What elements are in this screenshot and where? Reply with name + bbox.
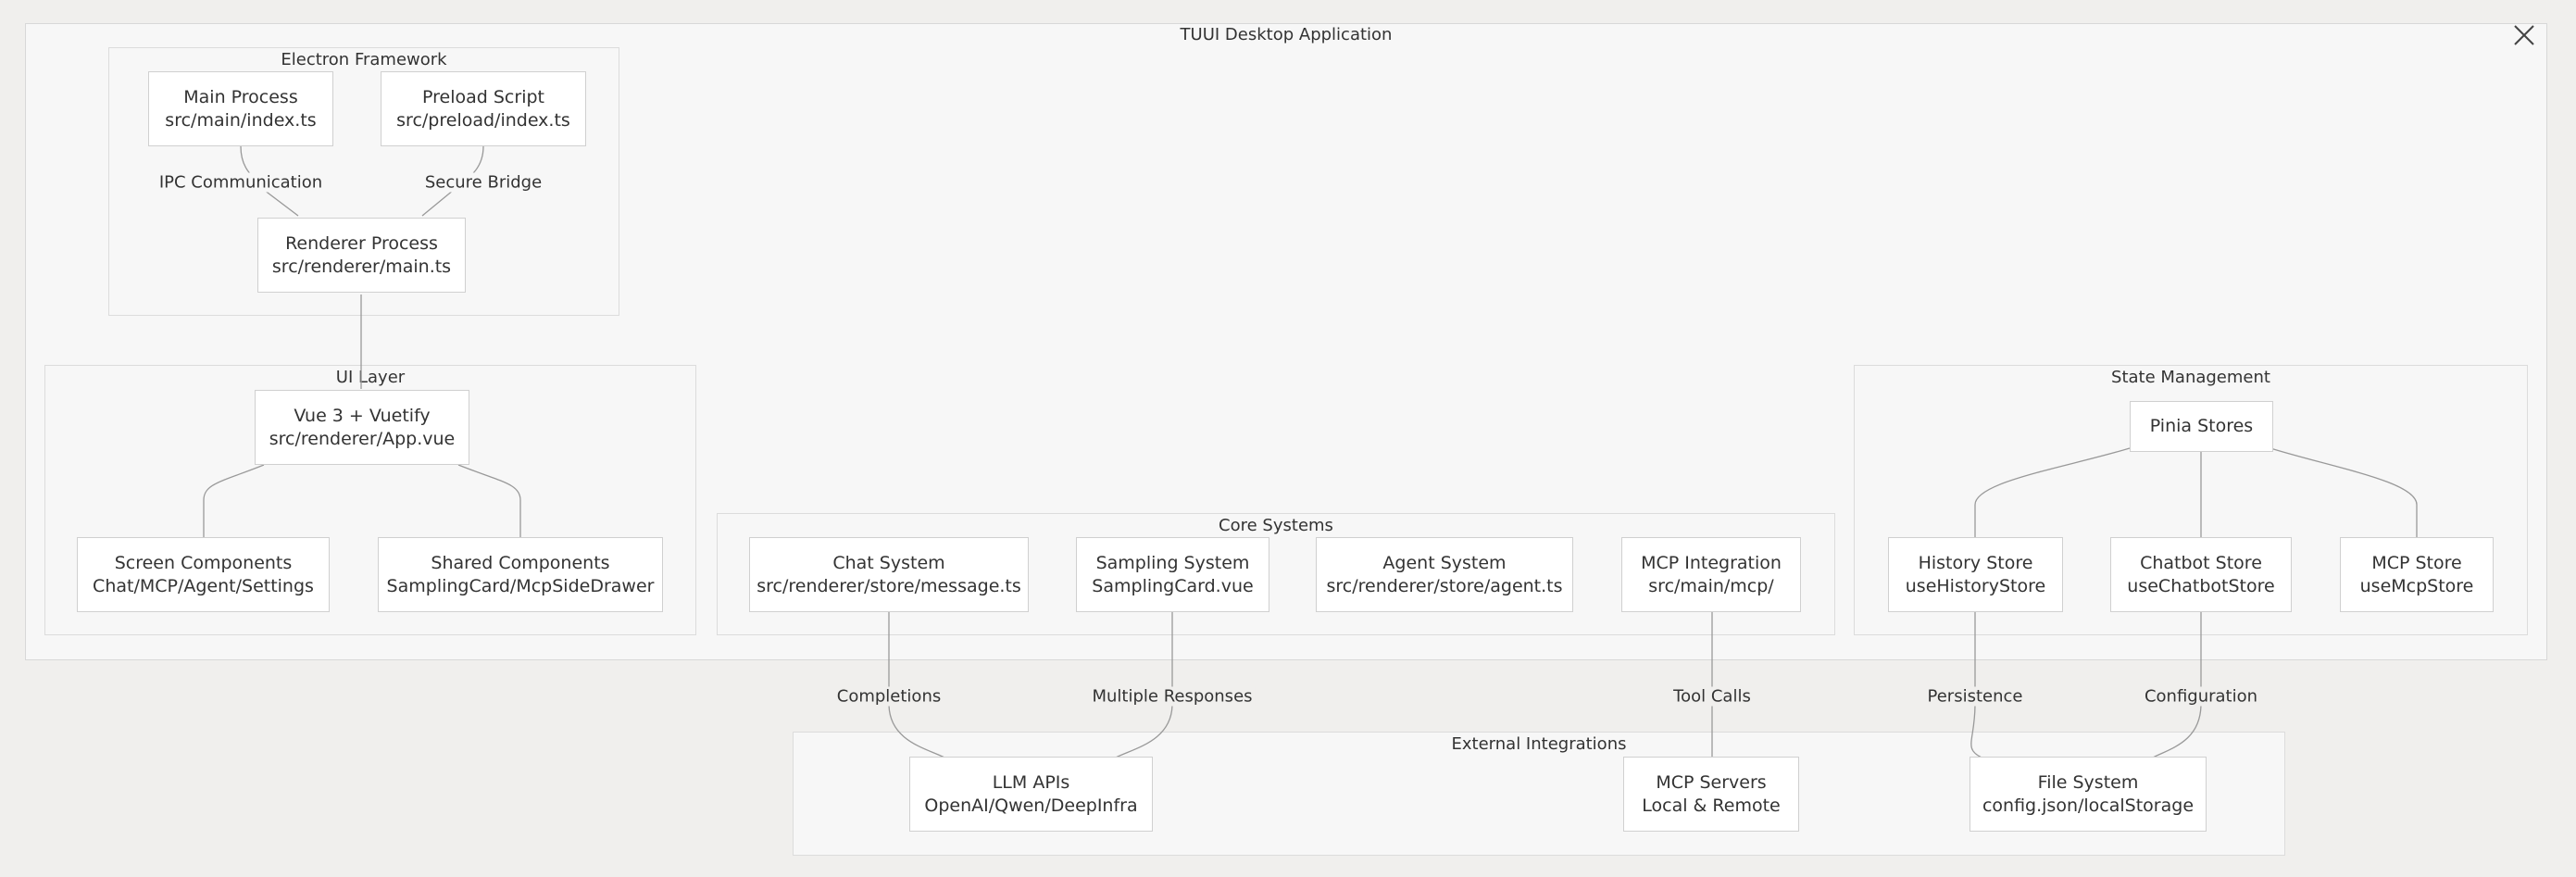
edge-pinia-history	[1974, 447, 2131, 537]
node-preload-script[interactable]: Preload Script src/preload/index.ts	[381, 71, 586, 146]
node-title: Main Process	[183, 86, 298, 107]
node-screen-components[interactable]: Screen Components Chat/MCP/Agent/Setting…	[77, 537, 330, 612]
node-sampling-system[interactable]: Sampling System SamplingCard.vue	[1076, 537, 1269, 612]
node-renderer-process[interactable]: Renderer Process src/renderer/main.ts	[257, 218, 466, 293]
node-mcp-store[interactable]: MCP Store useMcpStore	[2340, 537, 2494, 612]
node-title: Sampling System	[1095, 552, 1250, 573]
node-path: useMcpStore	[2359, 575, 2474, 596]
edge-label-configuration: Configuration	[2141, 686, 2261, 707]
node-title: Chatbot Store	[2140, 552, 2262, 573]
edge-pinia-mcpstore	[2270, 447, 2418, 537]
node-path: SamplingCard/McpSideDrawer	[386, 575, 655, 596]
edge-vue-shared	[457, 464, 521, 537]
node-path: src/renderer/store/agent.ts	[1326, 575, 1563, 596]
node-main-process[interactable]: Main Process src/main/index.ts	[148, 71, 333, 146]
node-llm-apis[interactable]: LLM APIs OpenAI/Qwen/DeepInfra	[909, 757, 1153, 832]
node-path: src/renderer/store/message.ts	[757, 575, 1021, 596]
node-title: MCP Integration	[1641, 552, 1782, 573]
edge-label-persistence: Persistence	[1924, 686, 2026, 707]
node-mcp-servers[interactable]: MCP Servers Local & Remote	[1623, 757, 1799, 832]
node-title: MCP Store	[2371, 552, 2462, 573]
node-shared-components[interactable]: Shared Components SamplingCard/McpSideDr…	[378, 537, 663, 612]
node-title: Vue 3 + Vuetify	[294, 405, 431, 426]
node-path: Local & Remote	[1642, 795, 1781, 816]
node-path: src/renderer/App.vue	[269, 428, 456, 449]
edge-vue-screen	[203, 464, 265, 537]
node-file-system[interactable]: File System config.json/localStorage	[1970, 757, 2207, 832]
node-agent-system[interactable]: Agent System src/renderer/store/agent.ts	[1316, 537, 1573, 612]
node-path: src/main/index.ts	[165, 109, 317, 131]
edge-label-ipc: IPC Communication	[156, 172, 326, 193]
node-pinia-stores[interactable]: Pinia Stores	[2130, 401, 2273, 452]
edge-sampling-llm	[1115, 611, 1173, 758]
node-title: File System	[2037, 771, 2139, 793]
edge-history-fs	[1970, 611, 1982, 758]
node-path: config.json/localStorage	[1982, 795, 2195, 816]
node-path: SamplingCard.vue	[1092, 575, 1254, 596]
node-path: src/preload/index.ts	[396, 109, 570, 131]
node-title: LLM APIs	[992, 771, 1070, 793]
edge-label-completions: Completions	[833, 686, 944, 707]
node-title: Renderer Process	[285, 232, 438, 254]
node-history-store[interactable]: History Store useHistoryStore	[1888, 537, 2063, 612]
node-title: Shared Components	[431, 552, 610, 573]
node-vue-vuetify[interactable]: Vue 3 + Vuetify src/renderer/App.vue	[255, 390, 469, 465]
node-path: useChatbotStore	[2127, 575, 2275, 596]
node-path: src/main/mcp/	[1648, 575, 1774, 596]
edge-chatbot-fs	[2152, 611, 2202, 758]
node-title: History Store	[1918, 552, 2033, 573]
node-path: Chat/MCP/Agent/Settings	[93, 575, 314, 596]
edge-chat-llm	[888, 611, 945, 758]
node-path: src/renderer/main.ts	[271, 256, 452, 277]
node-path: OpenAI/Qwen/DeepInfra	[924, 795, 1138, 816]
node-title: Agent System	[1382, 552, 1507, 573]
node-title: Preload Script	[422, 86, 544, 107]
node-title: Chat System	[832, 552, 945, 573]
edge-label-multiple-responses: Multiple Responses	[1089, 686, 1256, 707]
edge-label-bridge: Secure Bridge	[421, 172, 545, 193]
node-chat-system[interactable]: Chat System src/renderer/store/message.t…	[749, 537, 1029, 612]
edge-label-tool-calls: Tool Calls	[1670, 686, 1754, 707]
node-title: MCP Servers	[1656, 771, 1767, 793]
node-path: useHistoryStore	[1905, 575, 2046, 596]
node-title: Screen Components	[114, 552, 293, 573]
node-chatbot-store[interactable]: Chatbot Store useChatbotStore	[2110, 537, 2292, 612]
node-mcp-integration[interactable]: MCP Integration src/main/mcp/	[1621, 537, 1801, 612]
node-title: Pinia Stores	[2149, 416, 2254, 436]
